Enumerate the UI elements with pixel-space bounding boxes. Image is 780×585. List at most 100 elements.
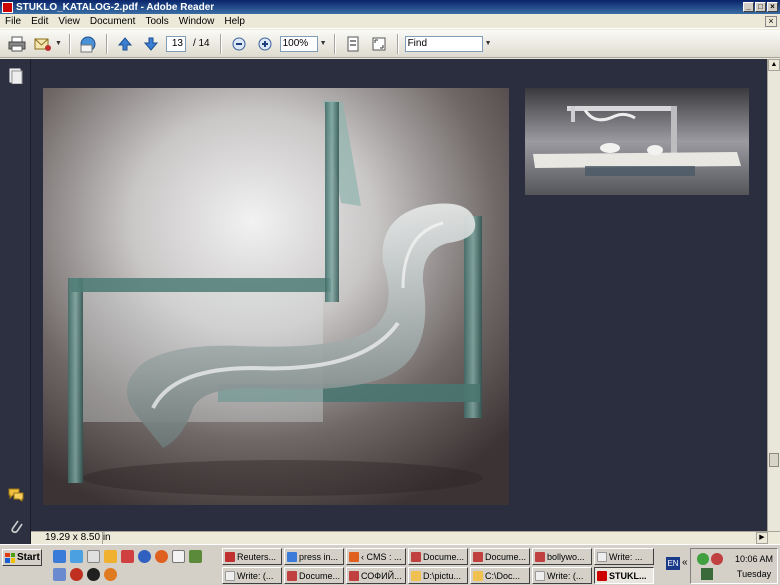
zoom-out-button[interactable]: [228, 33, 250, 55]
attachments-panel-button[interactable]: [7, 517, 24, 534]
minimize-button[interactable]: _: [743, 2, 754, 12]
document-icon: [535, 551, 545, 562]
windows-taskbar: Start Reuters... press in... ‹ CMS : ...…: [0, 544, 780, 585]
task-write-2[interactable]: Write: (...: [222, 567, 282, 584]
scroll-right-arrow[interactable]: ▶: [756, 532, 768, 544]
task-documents-folder[interactable]: C:\Doc...: [470, 567, 530, 584]
quicklaunch-desktop-icon[interactable]: [172, 550, 185, 563]
quicklaunch-firefox2-icon[interactable]: [104, 568, 117, 581]
task-reuters[interactable]: Reuters...: [222, 548, 282, 565]
fit-page-button[interactable]: [342, 33, 364, 55]
menu-tools[interactable]: Tools: [140, 16, 173, 27]
task-write-1[interactable]: Write: ...: [594, 548, 654, 565]
clock-day: Tuesday: [736, 569, 772, 579]
zoom-in-button[interactable]: [254, 33, 276, 55]
menu-window[interactable]: Window: [174, 16, 220, 27]
browser-icon: [287, 551, 297, 562]
quicklaunch-ie-icon[interactable]: [53, 550, 66, 563]
window-title: STUKLO_KATALOG-2.pdf - Adobe Reader: [16, 1, 215, 13]
toolbar-separator: [333, 33, 335, 54]
page-total: / 14: [192, 38, 210, 49]
toolbar-separator: [396, 33, 398, 54]
zoom-dropdown-arrow[interactable]: ▼: [320, 40, 327, 47]
quicklaunch-firefox-icon[interactable]: [155, 550, 168, 563]
glass-sculpture-photo: [43, 88, 509, 505]
task-document-3[interactable]: Docume...: [284, 567, 344, 584]
quicklaunch-misc-icon[interactable]: [189, 550, 202, 563]
maximize-button[interactable]: □: [755, 2, 766, 12]
title-bar[interactable]: STUKLO_KATALOG-2.pdf - Adobe Reader _ □ …: [0, 0, 780, 14]
email-dropdown-arrow[interactable]: ▼: [55, 40, 62, 47]
quicklaunch-app-icon[interactable]: [121, 550, 134, 563]
print-button[interactable]: [6, 33, 28, 55]
vertical-scrollbar[interactable]: ▲: [767, 59, 780, 531]
comments-panel-button[interactable]: [7, 486, 24, 503]
arrow-up-icon: [117, 36, 133, 50]
pages-panel-button[interactable]: [7, 67, 24, 84]
close-button[interactable]: ×: [767, 2, 778, 12]
document-icon: [349, 570, 359, 581]
menu-file[interactable]: File: [0, 16, 26, 27]
task-document-2[interactable]: Docume...: [470, 548, 530, 565]
find-dropdown-arrow[interactable]: ▼: [485, 40, 492, 47]
tray-app-icon[interactable]: [711, 553, 723, 565]
toolbar: ▼ / 14 ▼ ▼: [0, 30, 780, 58]
start-label: Start: [17, 552, 40, 563]
task-cms[interactable]: ‹ CMS : ...: [346, 548, 406, 565]
page-size-readout: 19.29 x 8.50 in: [31, 532, 111, 544]
scroll-up-arrow[interactable]: ▲: [768, 59, 780, 71]
scroll-thumb[interactable]: [769, 453, 779, 467]
folder-icon: [411, 570, 421, 581]
menu-help[interactable]: Help: [219, 16, 250, 27]
zoom-in-icon: [258, 37, 272, 50]
quicklaunch-media-icon[interactable]: [138, 550, 151, 563]
clock-time[interactable]: 10:06 AM: [734, 554, 774, 564]
task-stuklo-pdf[interactable]: STUKL...: [594, 567, 654, 584]
tray-messenger-icon[interactable]: [697, 553, 709, 565]
quicklaunch-outlook-icon[interactable]: [70, 550, 83, 563]
faucet-sculpture-thumbnail: [525, 88, 749, 195]
adobe-reader-window: STUKLO_KATALOG-2.pdf - Adobe Reader _ □ …: [0, 0, 780, 585]
menu-document[interactable]: Document: [85, 16, 141, 27]
task-bollywood[interactable]: bollywo...: [532, 548, 592, 565]
full-screen-button[interactable]: [368, 33, 390, 55]
tray-safely-remove-icon[interactable]: [701, 568, 713, 580]
globe-icon: [80, 36, 96, 52]
document-icon: [411, 551, 421, 562]
task-press[interactable]: press in...: [284, 548, 344, 565]
tray-expand-chevron[interactable]: «: [682, 557, 688, 568]
previous-page-button[interactable]: [114, 33, 136, 55]
email-icon: [34, 38, 51, 51]
document-view[interactable]: [31, 59, 767, 531]
write-app-icon: [225, 551, 235, 562]
collaborate-button[interactable]: [77, 33, 99, 55]
page-number-input[interactable]: [165, 35, 186, 52]
arrow-down-icon: [143, 37, 159, 51]
language-indicator[interactable]: EN: [666, 557, 680, 570]
task-document-1[interactable]: Docume...: [408, 548, 468, 565]
printer-icon: [8, 36, 26, 51]
task-sofia[interactable]: СОФИЙ...: [346, 567, 406, 584]
menu-edit[interactable]: Edit: [26, 16, 53, 27]
task-pictures-folder[interactable]: D:\pictu...: [408, 567, 468, 584]
quicklaunch-explorer-icon[interactable]: [53, 568, 66, 581]
quicklaunch-notepad-icon[interactable]: [87, 550, 100, 563]
document-icon: [287, 570, 297, 581]
zoom-level-input[interactable]: [279, 35, 318, 52]
task-write-3[interactable]: Write: (...: [532, 567, 592, 584]
email-button[interactable]: [32, 33, 54, 55]
toolbar-separator: [219, 33, 221, 54]
toolbar-separator: [68, 33, 70, 54]
full-screen-icon: [372, 37, 386, 50]
find-input[interactable]: [404, 35, 483, 52]
start-button[interactable]: Start: [2, 549, 42, 566]
windows-logo-icon: [5, 552, 15, 563]
quicklaunch-opera-icon[interactable]: [70, 568, 83, 581]
menu-view[interactable]: View: [53, 16, 85, 27]
quicklaunch-clock-icon[interactable]: [87, 568, 100, 581]
document-close-button[interactable]: ×: [765, 15, 777, 27]
write-app-icon: [535, 570, 545, 581]
comment-bubbles-icon: [8, 488, 23, 502]
quicklaunch-paint-icon[interactable]: [104, 550, 117, 563]
next-page-button[interactable]: [140, 33, 162, 55]
